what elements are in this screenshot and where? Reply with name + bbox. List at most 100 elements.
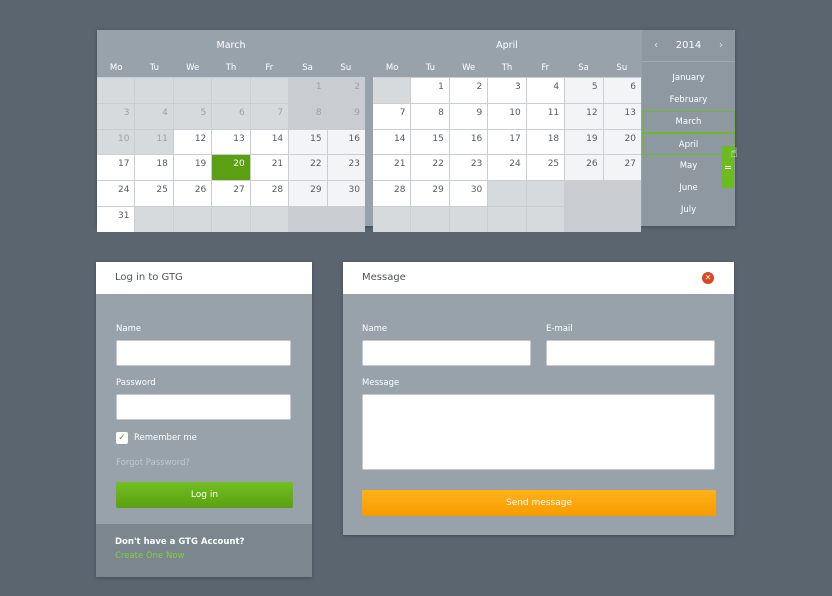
day-cell[interactable]: 2 [449, 78, 488, 103]
day-cell[interactable]: 8 [289, 103, 327, 129]
day-cell[interactable]: 22 [411, 155, 449, 181]
login-title: Log in to GTG [96, 262, 312, 294]
day-cell[interactable]: 10 [97, 129, 135, 155]
day-cell[interactable]: 8 [411, 103, 449, 129]
day-cell[interactable]: 29 [411, 181, 449, 206]
day-cell[interactable]: 5 [565, 78, 603, 103]
day-cell[interactable]: 27 [603, 155, 641, 181]
month-list-item[interactable]: February [642, 89, 735, 111]
weekday-label: Sa [302, 63, 313, 73]
day-cell[interactable]: 27 [212, 181, 250, 206]
message-email-input[interactable] [546, 340, 715, 366]
day-cell[interactable]: 26 [565, 155, 603, 181]
day-cell[interactable]: 24 [97, 181, 135, 206]
day-cell[interactable]: 22 [289, 155, 327, 181]
day-cell[interactable]: 6 [212, 103, 250, 129]
day-cell-empty [603, 181, 641, 206]
signup-question: Don't have a GTG Account? [115, 537, 245, 547]
message-textarea[interactable] [362, 394, 715, 470]
day-cell[interactable]: 9 [449, 103, 488, 129]
day-cell[interactable]: 14 [373, 129, 411, 155]
day-cell[interactable]: 12 [565, 103, 603, 129]
month-list-item[interactable]: July [642, 199, 735, 221]
day-cell[interactable]: 28 [373, 181, 411, 206]
day-cell[interactable]: 30 [327, 181, 365, 206]
day-cell[interactable]: 11 [526, 103, 565, 129]
day-cell[interactable]: 25 [526, 155, 565, 181]
day-cell[interactable]: 3 [97, 103, 135, 129]
close-icon[interactable]: ✕ [702, 272, 714, 284]
day-cell[interactable]: 16 [449, 129, 488, 155]
day-cell[interactable]: 17 [488, 129, 526, 155]
message-title: Message [362, 272, 406, 283]
day-cell[interactable]: 4 [135, 103, 173, 129]
day-cell[interactable]: 31 [97, 206, 135, 232]
weekday-label: Tu [149, 63, 160, 73]
day-cell[interactable]: 21 [250, 155, 289, 181]
day-cell[interactable]: 15 [411, 129, 449, 155]
day-cell[interactable]: 18 [135, 155, 173, 181]
day-cell[interactable]: 9 [327, 103, 365, 129]
day-cell[interactable]: 1 [411, 78, 449, 103]
day-cell[interactable]: 13 [212, 129, 250, 155]
chevron-left-icon[interactable]: ‹ [654, 30, 658, 61]
day-cell-empty [488, 206, 526, 232]
weekday-header: Mo Tu We Th Fr Sa Su [373, 61, 641, 77]
day-cell[interactable]: 18 [526, 129, 565, 155]
day-cell[interactable]: 7 [250, 103, 289, 129]
day-cell[interactable]: 4 [526, 78, 565, 103]
weekday-label: Mo [385, 63, 399, 73]
day-cell[interactable]: 1 [289, 78, 327, 103]
login-button[interactable]: Log in [116, 482, 293, 508]
year-label: 2014 [675, 40, 702, 51]
day-cell-empty [526, 181, 565, 206]
day-cell[interactable]: 6 [603, 78, 641, 103]
day-cell[interactable]: 26 [173, 181, 212, 206]
chevron-right-icon[interactable]: › [719, 30, 723, 61]
day-cell[interactable]: 16 [327, 129, 365, 155]
day-cell[interactable]: 28 [250, 181, 289, 206]
day-cell[interactable]: 20 [603, 129, 641, 155]
day-cell-today[interactable]: 20 [212, 155, 250, 181]
remember-me-row[interactable]: ✓ Remember me [116, 432, 292, 444]
password-label: Password [116, 378, 156, 388]
login-password-input[interactable] [116, 394, 291, 420]
day-cell-empty [250, 78, 289, 103]
create-account-link[interactable]: Create One Now [115, 551, 293, 561]
day-cell[interactable]: 2 [327, 78, 365, 103]
day-cell[interactable]: 5 [173, 103, 212, 129]
forgot-password-link[interactable]: Forgot Password? [116, 458, 292, 468]
day-cell[interactable]: 15 [289, 129, 327, 155]
message-header: Message ✕ [343, 262, 734, 294]
year-row: ‹ 2014 › [642, 30, 735, 62]
day-cell-empty [373, 206, 411, 232]
day-cell[interactable]: 17 [97, 155, 135, 181]
day-cell[interactable]: 30 [449, 181, 488, 206]
day-cell[interactable]: 11 [135, 129, 173, 155]
day-cell[interactable]: 7 [373, 103, 411, 129]
day-cell[interactable]: 3 [488, 78, 526, 103]
login-name-input[interactable] [116, 340, 291, 366]
weekday-label: Fr [265, 63, 274, 73]
remember-me-checkbox[interactable]: ✓ [116, 432, 128, 444]
day-cell-empty [135, 78, 173, 103]
day-cell[interactable]: 19 [173, 155, 212, 181]
send-message-button[interactable]: Send message [362, 490, 716, 516]
day-cell[interactable]: 10 [488, 103, 526, 129]
day-cell[interactable]: 23 [327, 155, 365, 181]
check-icon: ✓ [118, 433, 126, 443]
day-cell[interactable]: 14 [250, 129, 289, 155]
day-cell[interactable]: 13 [603, 103, 641, 129]
day-cell[interactable]: 23 [449, 155, 488, 181]
month-list-item[interactable]: January [642, 67, 735, 89]
message-name-input[interactable] [362, 340, 531, 366]
day-cell-empty [449, 206, 488, 232]
day-cell[interactable]: 12 [173, 129, 212, 155]
day-cell[interactable]: 21 [373, 155, 411, 181]
day-cell[interactable]: 24 [488, 155, 526, 181]
day-cell[interactable]: 29 [289, 181, 327, 206]
date-picker: March Mo Tu We Th Fr Sa Su 1 2 3 4 5 6 7 8 9 10 11 12 13 14… [97, 30, 735, 232]
day-cell[interactable]: 19 [565, 129, 603, 155]
month-list-item[interactable]: March [642, 111, 735, 133]
day-cell[interactable]: 25 [135, 181, 173, 206]
